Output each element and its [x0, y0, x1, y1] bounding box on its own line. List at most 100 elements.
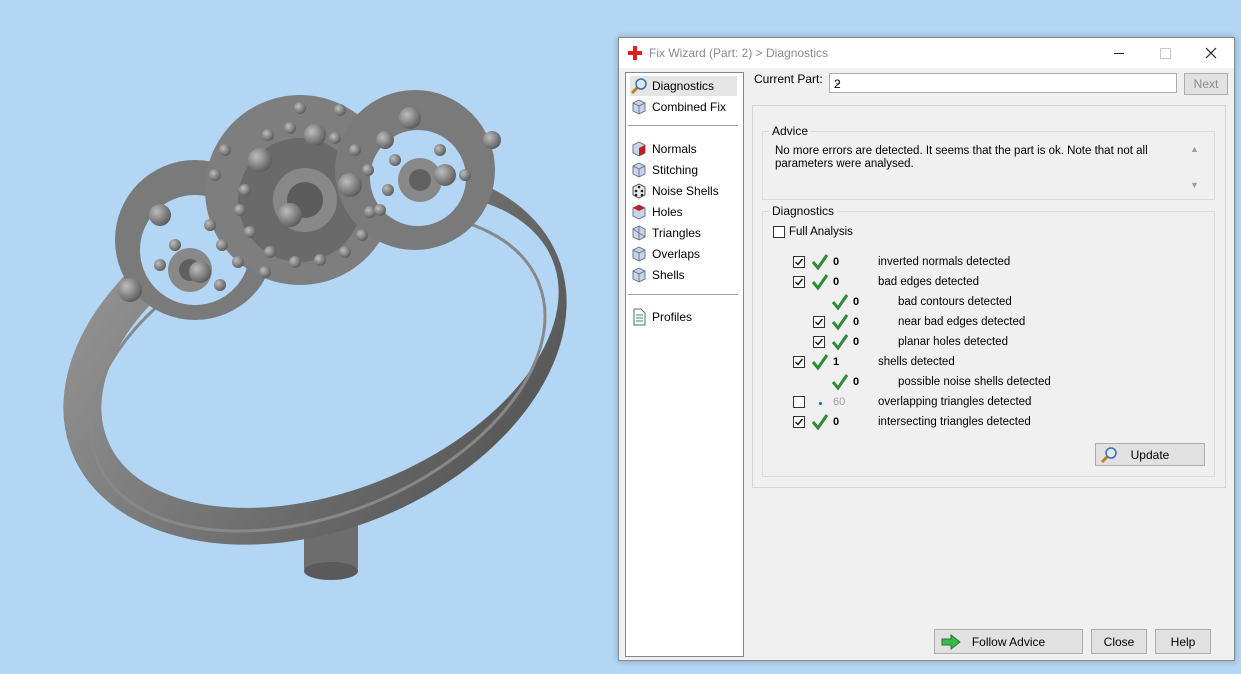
scroll-up-icon[interactable]: ▲: [1190, 144, 1199, 154]
green-arrow-icon: [941, 634, 961, 650]
row-checkbox[interactable]: [793, 396, 805, 408]
row-value: 60: [833, 396, 846, 408]
sidebar-item-label: Shells: [652, 268, 685, 282]
wizard-sidebar: Diagnostics Combined Fix Normals Stitchi…: [625, 72, 744, 657]
row-value: 1: [833, 356, 840, 368]
magnifier-icon: [630, 78, 647, 95]
row-label: overlapping triangles detected: [878, 396, 1032, 408]
row-label: intersecting triangles detected: [878, 416, 1031, 428]
row-checkbox[interactable]: [813, 316, 825, 328]
sidebar-item-combined-fix[interactable]: Combined Fix: [630, 97, 726, 117]
row-value: 0: [833, 276, 840, 288]
follow-advice-button[interactable]: Follow Advice: [934, 629, 1083, 654]
row-checkbox[interactable]: [793, 276, 805, 288]
chevron-down-icon: ⌄: [834, 77, 843, 88]
row-label: inverted normals detected: [878, 256, 1011, 268]
row-value: 0: [853, 336, 860, 348]
ring-model: [63, 90, 567, 580]
sidebar-item-diagnostics[interactable]: Diagnostics: [630, 76, 737, 96]
sidebar-item-stitching[interactable]: Stitching: [630, 160, 698, 180]
sidebar-item-noise-shells[interactable]: Noise Shells: [630, 181, 719, 201]
row-label: bad edges detected: [878, 276, 980, 288]
row-value: 0: [833, 416, 840, 428]
checkmark-icon: [795, 278, 804, 286]
update-button-label: Update: [1130, 447, 1170, 462]
sidebar-item-label: Stitching: [652, 163, 699, 177]
next-button[interactable]: Next: [1184, 73, 1228, 95]
current-part-select[interactable]: 2 ⌄: [829, 73, 1177, 93]
3d-viewport[interactable]: [0, 0, 615, 674]
window-title: Fix Wizard (Part: 2) > Diagnostics: [649, 46, 829, 60]
sidebar-item-holes[interactable]: Holes: [630, 202, 683, 222]
advice-scrollbar[interactable]: ▲ ▼: [1187, 144, 1203, 192]
advice-group: Advice No more errors are detected. It s…: [762, 124, 1215, 200]
sidebar-item-label: Profiles: [652, 310, 693, 324]
cube-icon: [632, 99, 646, 115]
cube-icon: [632, 267, 646, 283]
minimize-icon: [1114, 52, 1124, 54]
minimize-button[interactable]: [1096, 38, 1142, 68]
current-part-label: Current Part:: [754, 72, 823, 86]
green-check-icon: [811, 274, 829, 291]
close-button[interactable]: Close: [1091, 629, 1147, 654]
green-check-icon: [831, 314, 849, 331]
magnifier-icon: [1100, 447, 1117, 464]
sidebar-item-normals[interactable]: Normals: [630, 139, 697, 159]
row-checkbox[interactable]: [813, 336, 825, 348]
row-label: near bad edges detected: [898, 316, 1026, 328]
sidebar-item-profiles[interactable]: Profiles: [630, 307, 692, 327]
green-check-icon: [811, 254, 829, 271]
update-button[interactable]: Update: [1095, 443, 1205, 466]
cube-red-icon: [632, 141, 646, 157]
green-check-icon: [811, 414, 829, 431]
row-label: shells detected: [878, 356, 955, 368]
diagnostics-group: Diagnostics Full Analysis 0 inverted nor…: [762, 204, 1215, 477]
scroll-down-icon[interactable]: ▼: [1190, 180, 1199, 190]
row-label: possible noise shells detected: [898, 376, 1051, 388]
row-checkbox[interactable]: [793, 416, 805, 428]
green-check-icon: [831, 374, 849, 391]
sidebar-item-label: Diagnostics: [652, 79, 715, 93]
row-label: planar holes detected: [898, 336, 1008, 348]
sidebar-item-overlaps[interactable]: Overlaps: [630, 244, 700, 264]
checkmark-icon: [795, 358, 804, 366]
sidebar-item-label: Triangles: [652, 226, 701, 240]
checkmark-icon: [795, 418, 804, 426]
sidebar-item-label: Overlaps: [652, 247, 701, 261]
row-label: bad contours detected: [898, 296, 1012, 308]
sidebar-divider: [628, 125, 738, 126]
close-icon: [1205, 47, 1217, 59]
row-value: 0: [833, 256, 840, 268]
green-check-icon: [831, 294, 849, 311]
sidebar-item-label: Noise Shells: [652, 184, 719, 198]
cube-icon: [632, 225, 646, 241]
sidebar-item-triangles[interactable]: Triangles: [630, 223, 701, 243]
cube-icon: [632, 246, 646, 262]
green-check-icon: [831, 334, 849, 351]
checkmark-icon: [815, 338, 824, 346]
advice-title: Advice: [769, 124, 812, 138]
document-icon: [633, 308, 646, 326]
row-checkbox[interactable]: [793, 256, 805, 268]
dice-icon: [632, 183, 646, 199]
red-cross-icon: [628, 46, 642, 60]
sidebar-item-label: Combined Fix: [652, 100, 727, 114]
help-button[interactable]: Help: [1155, 629, 1211, 654]
sidebar-item-shells[interactable]: Shells: [630, 265, 685, 285]
full-analysis-checkbox[interactable]: [773, 226, 785, 238]
row-value: 0: [853, 316, 860, 328]
cube-icon: [632, 162, 646, 178]
row-checkbox[interactable]: [793, 356, 805, 368]
cube-red-icon: [632, 204, 646, 220]
diagnostics-panel: Advice No more errors are detected. It s…: [752, 105, 1226, 488]
maximize-icon: [1159, 47, 1171, 59]
full-analysis-label: Full Analysis: [789, 226, 853, 238]
follow-advice-label: Follow Advice: [971, 634, 1046, 649]
row-value: 0: [853, 296, 860, 308]
close-window-button[interactable]: [1188, 38, 1234, 68]
maximize-button[interactable]: [1142, 38, 1188, 68]
diagnostics-title: Diagnostics: [769, 204, 838, 218]
green-check-icon: [811, 354, 829, 371]
title-bar[interactable]: Fix Wizard (Part: 2) > Diagnostics: [619, 38, 1234, 68]
fix-wizard-window: Fix Wizard (Part: 2) > Diagnostics Diagn…: [618, 37, 1235, 661]
